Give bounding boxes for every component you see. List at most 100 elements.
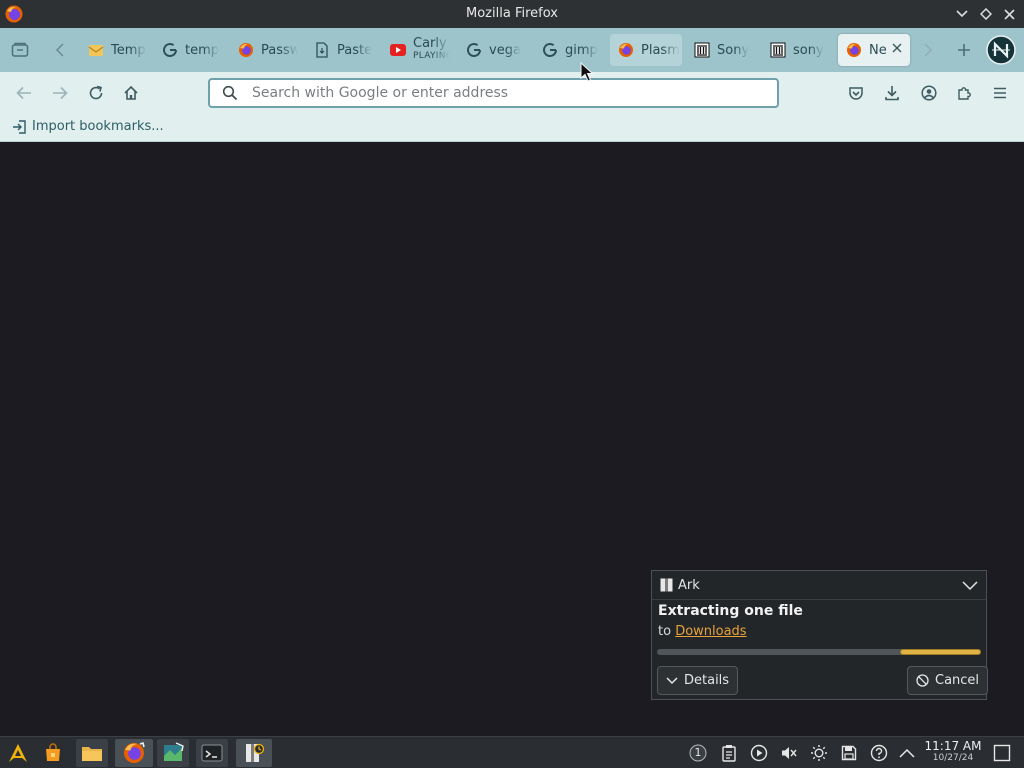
navigation-toolbar (0, 72, 1024, 114)
scroll-tabs-left-button[interactable] (44, 34, 76, 66)
ark-taskbar-button[interactable] (236, 739, 272, 767)
ark-app-icon (660, 578, 673, 592)
map-icon (164, 742, 184, 761)
clipboard-icon (722, 745, 736, 762)
pager-badge: 1 (694, 746, 702, 759)
notification-app-name: Ark (678, 578, 700, 593)
software-store-button[interactable] (37, 739, 69, 767)
home-button[interactable] (117, 80, 145, 106)
store-bag-icon (46, 743, 60, 761)
virtual-desktop-pager[interactable]: 1 (688, 743, 708, 763)
folder-icon (82, 747, 102, 761)
account-avatar-button[interactable] (985, 34, 1017, 66)
tab-new-tab[interactable]: Ne (838, 34, 910, 66)
file-manager-button[interactable] (76, 739, 108, 767)
tab-label: Temp (111, 42, 146, 58)
firefox-view-button[interactable] (4, 34, 36, 66)
close-window-button[interactable] (1000, 5, 1018, 23)
mail-icon (88, 42, 104, 58)
google-icon (162, 42, 178, 58)
play-circle-icon (750, 744, 768, 762)
chevron-right-icon (924, 43, 933, 57)
firefox-view-icon (11, 42, 29, 57)
details-label: Details (684, 673, 730, 688)
tab-plasma[interactable]: Plasm (610, 34, 682, 66)
account-button[interactable] (915, 80, 943, 106)
cancel-label: Cancel (935, 673, 980, 688)
reload-button[interactable] (82, 80, 110, 106)
taskbar: 1 11:17 AM 10/27/24 (0, 736, 1024, 768)
map-app-button[interactable] (157, 739, 189, 767)
forward-button[interactable] (46, 80, 74, 106)
show-desktop-button[interactable] (992, 743, 1012, 763)
document-icon (314, 42, 330, 58)
bookmarks-toolbar: Import bookmarks... (0, 114, 1024, 142)
notification-title: Extracting one file (658, 603, 803, 619)
cancel-button[interactable]: Cancel (907, 666, 989, 695)
search-icon (222, 85, 238, 101)
tab-sony-2[interactable]: sony (762, 34, 830, 66)
download-icon (885, 86, 899, 101)
address-input[interactable] (252, 83, 762, 103)
clock-time: 11:17 AM (924, 739, 982, 753)
downloads-button[interactable] (878, 80, 906, 106)
google-icon (466, 42, 482, 58)
brightness-button[interactable] (809, 743, 829, 763)
account-icon (921, 85, 937, 101)
scroll-tabs-right-button[interactable] (912, 34, 944, 66)
clipboard-button[interactable] (719, 743, 739, 763)
cancel-icon (916, 674, 929, 687)
tab-playing-label: PLAYING (413, 51, 450, 61)
ark-app-icon (246, 743, 265, 762)
address-bar[interactable] (208, 78, 779, 108)
tab-paste[interactable]: Paste (306, 34, 374, 66)
new-tab-button[interactable] (948, 34, 980, 66)
extensions-button[interactable] (950, 80, 978, 106)
show-desktop-icon (993, 744, 1011, 762)
tab-google-vega[interactable]: vega (458, 34, 526, 66)
downloads-link[interactable]: Downloads (675, 624, 746, 639)
help-icon (870, 744, 888, 762)
show-hidden-icons-button[interactable] (897, 743, 917, 763)
notification-body: to Downloads (658, 624, 747, 639)
details-button[interactable]: Details (657, 666, 739, 695)
clock-date: 10/27/24 (932, 753, 974, 763)
minimize-button[interactable] (953, 5, 971, 23)
tab-label: vega (489, 42, 521, 58)
arrow-right-icon (53, 86, 68, 100)
chevron-left-icon (55, 43, 64, 57)
window-titlebar: Mozilla Firefox (0, 0, 1024, 28)
pocket-button[interactable] (842, 80, 870, 106)
avatar-icon (986, 35, 1016, 65)
disks-button[interactable] (839, 743, 859, 763)
digital-clock[interactable]: 11:17 AM 10/27/24 (922, 740, 984, 764)
tab-sony-1[interactable]: Sony (686, 34, 754, 66)
firefox-taskbar-button[interactable] (115, 739, 153, 767)
tab-carly-youtube[interactable]: Carly PLAYING (382, 34, 450, 66)
back-button[interactable] (10, 80, 38, 106)
tab-label: Ne (869, 42, 887, 58)
arch-logo-icon (9, 744, 27, 762)
media-player-button[interactable] (749, 743, 769, 763)
tab-label: Plasm (641, 42, 680, 58)
close-tab-icon[interactable] (892, 41, 902, 57)
youtube-icon (390, 42, 406, 58)
application-launcher-button[interactable] (2, 739, 34, 767)
mouse-pointer-icon (580, 62, 594, 82)
tab-passwords[interactable]: Passw (230, 34, 298, 66)
help-button[interactable] (869, 743, 889, 763)
collapse-notification-button[interactable] (960, 576, 980, 596)
tab-temp-mail[interactable]: Temp (80, 34, 148, 66)
plus-icon (958, 44, 970, 56)
import-bookmarks-link[interactable]: Import bookmarks... (12, 119, 164, 134)
volume-button[interactable] (779, 743, 799, 763)
tab-label: Carly (413, 37, 447, 51)
menu-button[interactable] (986, 80, 1014, 106)
terminal-button[interactable] (196, 739, 228, 767)
firefox-icon (846, 42, 862, 58)
tab-google-temp[interactable]: temp (154, 34, 222, 66)
hamburger-menu-icon (994, 87, 1006, 99)
archive-icon (770, 42, 786, 58)
ark-notification: Ark Extracting one file to Downloads Det… (651, 570, 989, 700)
maximize-button[interactable] (977, 5, 995, 23)
